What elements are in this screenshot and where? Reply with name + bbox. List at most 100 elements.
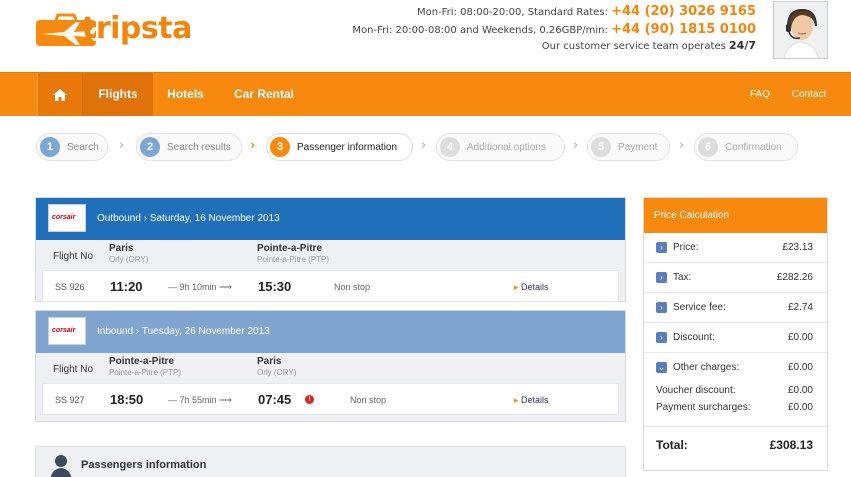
chevron-right-icon: › [573,138,579,153]
passengers-title: Passengers information [81,459,207,471]
step-label: Confirmation [725,142,782,153]
step-search[interactable]: 1 Search [36,133,108,161]
details-link[interactable]: Details [514,395,549,406]
flight-number: SS 927 [55,395,85,405]
flight-duration: — 9h 10min ⟶ [168,282,232,292]
payment-surcharges-row: Payment surcharges: £0.00 [656,402,815,413]
customer-service-avatar [773,1,828,59]
chevron-right-icon: › [679,138,685,153]
airline-logo-text: corsair [52,327,76,334]
flight-duration: — 7h 55min ⟶ [168,395,232,405]
price-row-price[interactable]: › Price: £23.13 [644,233,827,263]
departure-city: Pointe-a-Pitre [109,356,175,367]
step-number: 5 [591,137,611,157]
arrival-city: Pointe-a-Pitre [257,243,323,254]
logo-text: tripsta [82,11,192,46]
arrival-time: 15:30 [258,279,292,294]
step-label: Search results [167,142,231,153]
nav-hotels[interactable]: Hotels [153,73,218,116]
outbound-title: Outbound › Saturday, 16 November 2013 [97,213,280,224]
contact-line-hours: Our customer service team operates 24/7 [352,39,756,54]
inbound-route: Flight No Pointe-a-Pitre Pointe-a-Pitre … [36,353,625,383]
step-label: Passenger information [297,142,398,153]
nav-car-rental[interactable]: Car Rental [220,73,308,116]
outbound-header: corsair Outbound › Saturday, 16 November… [36,198,625,240]
price-value: £2.74 [787,302,813,313]
total-label: Total: [656,438,688,452]
nav-faq[interactable]: FAQ [742,73,778,116]
payment-surcharges-value: £0.00 [787,402,813,413]
next-day-warning-icon[interactable]: ! [305,395,314,404]
contact-line-standard: Mon-Fri: 08:00-20:00, Standard Rates: +4… [352,3,756,21]
step-number: 2 [140,137,160,157]
premium-rates-text: Mon-Fri: 20:00-08:00 and Weekends, 0.26G… [352,25,608,36]
step-payment: 5 Payment [587,133,670,161]
total-value: £308.13 [769,438,813,452]
premium-phone[interactable]: +44 (90) 1815 0100 [611,22,756,37]
nav-contact[interactable]: Contact [782,73,836,116]
outbound-flight-row: SS 926 11:20 — 9h 10min ⟶ 15:30 Non stop… [42,270,619,302]
nav-flights[interactable]: Flights [83,73,153,116]
site-header: tripsta ® Mon-Fri: 08:00-20:00, Standard… [0,0,851,72]
price-row-discount[interactable]: › Discount: £0.00 [644,323,827,353]
inbound-title: Inbound › Tuesday, 26 November 2013 [97,326,270,337]
step-label: Search [67,142,99,153]
main-nav: Flights Hotels Car Rental FAQ Contact [0,72,851,116]
step-number: 1 [40,137,60,157]
voucher-discount-value: £0.00 [787,385,813,396]
price-value: £0.00 [787,332,813,343]
arrival-airport: Pointe-a-Pitre (PTP) [257,255,330,264]
stops-info: Non stop [334,282,371,292]
home-icon [53,89,67,101]
chevron-right-icon: › [421,138,427,153]
price-row-other-charges[interactable]: ⌄ Other charges: £0.00 [644,353,827,383]
service-hours-text: Our customer service team operates [541,41,726,52]
price-label: Tax: [673,272,692,283]
standard-rates-text: Mon-Fri: 08:00-20:00, Standard Rates: [416,7,608,18]
voucher-discount-label: Voucher discount: [656,385,736,396]
passengers-section: Passengers information [35,446,626,477]
departure-airport: Orly (ORY) [109,255,149,264]
departure-time: 18:50 [110,392,144,407]
arrival-city: Paris [257,356,282,367]
flight-no-header: Flight No [53,364,94,375]
chevron-right-icon: › [250,138,256,153]
standard-phone[interactable]: +44 (20) 3026 9165 [611,4,756,19]
chevron-right-icon: › [656,302,667,313]
departure-city: Paris [109,243,134,254]
total-divider [644,426,827,427]
price-label: Service fee: [673,302,726,313]
chevron-right-icon: › [656,242,667,253]
chevron-right-icon: › [656,272,667,283]
logo-registered-mark: ® [180,19,188,28]
service-hours-bold: 24/7 [729,39,756,52]
booking-steps: 1 Search › 2 Search results › 3 Passenge… [0,129,851,169]
outbound-route: Flight No Paris Orly (ORY) Pointe-a-Pitr… [36,240,625,270]
airline-logo: corsair [48,204,86,232]
step-number: 6 [698,137,718,157]
price-row-service-fee[interactable]: › Service fee: £2.74 [644,293,827,323]
nav-home[interactable] [37,73,83,116]
step-passenger-information[interactable]: 3 Passenger information [266,133,413,161]
airline-logo: corsair [48,317,86,345]
flight-number: SS 926 [55,282,85,292]
voucher-discount-row: Voucher discount: £0.00 [656,385,815,396]
arrival-time: 07:45 [258,392,292,407]
details-link[interactable]: Details [514,282,549,293]
step-confirmation: 6 Confirmation [694,133,798,161]
contact-line-premium: Mon-Fri: 20:00-08:00 and Weekends, 0.26G… [352,21,756,39]
stops-info: Non stop [350,395,387,405]
chevron-right-icon: › [119,138,125,153]
step-additional-options: 4 Additional options [436,133,565,161]
step-search-results[interactable]: 2 Search results [136,133,242,161]
chevron-down-icon: ⌄ [656,362,667,373]
contact-info: Mon-Fri: 08:00-20:00, Standard Rates: +4… [352,3,756,54]
price-calculation-panel: Price Calculation › Price: £23.13 › Tax:… [643,197,828,471]
chevron-right-icon: › [656,332,667,343]
passenger-icon [50,455,72,477]
price-row-tax[interactable]: › Tax: £282.26 [644,263,827,293]
inbound-flight-card: corsair Inbound › Tuesday, 26 November 2… [35,310,626,422]
outbound-flight-card: corsair Outbound › Saturday, 16 November… [35,197,626,302]
inbound-flight-row: SS 927 18:50 — 7h 55min ⟶ 07:45 ! Non st… [42,383,619,415]
price-label: Other charges: [673,362,740,373]
